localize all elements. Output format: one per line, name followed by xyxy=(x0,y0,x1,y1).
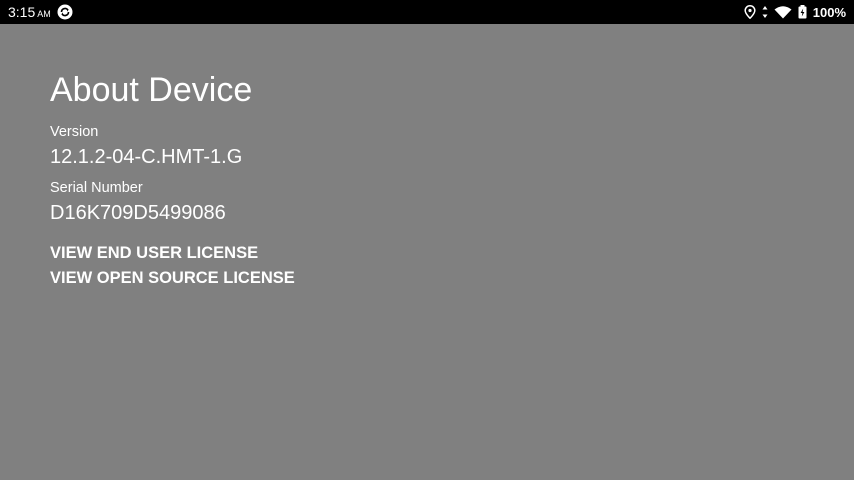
view-open-source-license-button[interactable]: VIEW OPEN SOURCE LICENSE xyxy=(50,266,295,291)
clock-time: 3:15 xyxy=(8,4,36,20)
wifi-icon xyxy=(774,5,792,19)
status-bar: 3:15 AM 100% xyxy=(0,0,854,24)
clock: 3:15 AM xyxy=(8,4,51,20)
version-value: 12.1.2-04-C.HMT-1.G xyxy=(50,146,243,168)
serial-number-label: Serial Number xyxy=(50,180,143,196)
battery-icon xyxy=(798,5,807,19)
status-bar-right: 100% xyxy=(744,5,846,20)
battery-percent: 100% xyxy=(812,4,846,20)
clock-suffix: AM xyxy=(37,9,51,19)
license-links: VIEW END USER LICENSE VIEW OPEN SOURCE L… xyxy=(50,241,295,291)
sync-icon xyxy=(57,4,73,20)
version-label: Version xyxy=(50,124,99,140)
serial-number-value: D16K709D5499086 xyxy=(50,202,226,224)
view-end-user-license-button[interactable]: VIEW END USER LICENSE xyxy=(50,241,295,266)
location-icon xyxy=(744,5,756,19)
status-bar-left: 3:15 AM xyxy=(8,4,73,20)
about-device-panel: About Device Version 12.1.2-04-C.HMT-1.G… xyxy=(50,68,295,291)
data-arrows-icon xyxy=(762,6,768,18)
page-title: About Device xyxy=(50,71,253,109)
